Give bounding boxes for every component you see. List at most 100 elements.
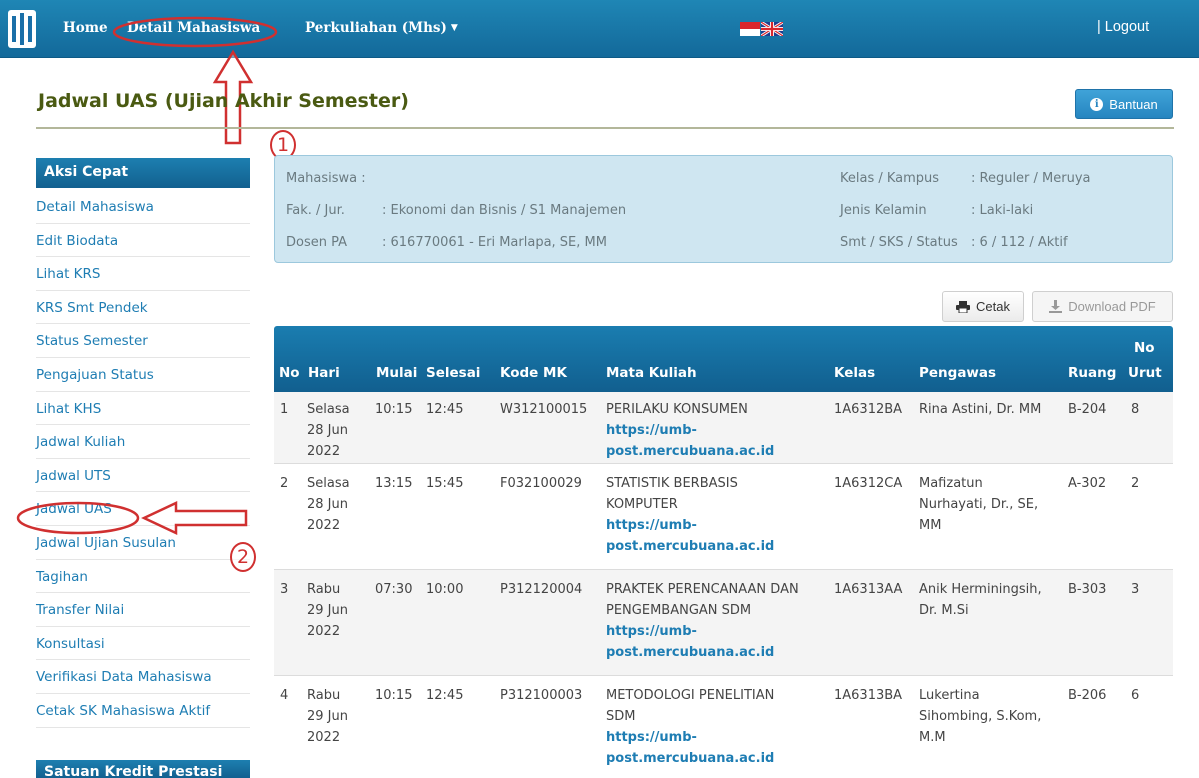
uk-flag-icon[interactable] [761,22,783,36]
nav-home[interactable]: Home [63,20,108,36]
elearning-link[interactable]: https://umb-post.mercubuana.ac.id [606,515,774,557]
cell-kelas: 1A6313AA [834,582,903,597]
nav-detail-mahasiswa[interactable]: Detail Mahasiswa [127,20,260,36]
cell-hari-day: Selasa [307,476,350,491]
download-pdf-button[interactable]: Download PDF [1032,291,1173,322]
page-title: Jadwal UAS (Ujian Akhir Semester) [38,90,409,112]
cell-hari-year: 2022 [307,730,341,745]
sidebar-heading: Aksi Cepat [36,158,250,188]
cell-mk-line2: KOMPUTER [606,497,678,512]
cell-no-urut: 8 [1131,402,1140,417]
cell-hari-day: Rabu [307,688,341,703]
cell-mata-kuliah: PERILAKU KONSUMEN https://umb-post.mercub… [606,399,774,462]
col-no-urut-1: No [1134,340,1155,356]
university-logo[interactable] [8,10,36,48]
sidebar-item-jadwal-kuliah[interactable]: Jadwal Kuliah [36,425,250,459]
title-divider [36,127,1174,129]
cell-hari: Rabu 29 Jun 2022 [307,579,348,642]
cell-mulai: 07:30 [375,582,413,597]
cell-kelas: 1A6313BA [834,688,903,703]
col-ruang: Ruang [1068,365,1117,381]
col-hari: Hari [308,365,340,381]
download-icon [1049,300,1063,313]
elearning-link-a: https://umb- [606,423,697,438]
sidebar-item-cetak-sk[interactable]: Cetak SK Mahasiswa Aktif [36,694,250,728]
cell-hari: Rabu 29 Jun 2022 [307,685,348,748]
cell-selesai: 10:00 [426,582,464,597]
sidebar-item-verifikasi-data[interactable]: Verifikasi Data Mahasiswa [36,660,250,694]
nav-perkuliahan-dropdown[interactable]: Perkuliahan (Mhs) ▼ [305,20,458,36]
cell-mk-line1: PRAKTEK PERENCANAAN DAN [606,582,799,597]
sidebar-item-transfer-nilai[interactable]: Transfer Nilai [36,593,250,627]
cell-hari-day: Selasa [307,402,350,417]
logout-link[interactable]: | Logout [1097,19,1149,35]
cell-selesai: 15:45 [426,476,464,491]
sidebar-item-tagihan[interactable]: Tagihan [36,560,250,594]
fakultas-label: Fak. / Jur. [286,203,345,218]
cell-no: 3 [280,582,289,597]
cell-pengawas: Lukertina Sihombing, S.Kom, M.M [919,685,1041,748]
cell-kode-mk: P312100003 [500,688,583,703]
sidebar-item-jadwal-uts[interactable]: Jadwal UTS [36,459,250,493]
cell-no: 1 [280,402,289,417]
sidebar-item-lihat-khs[interactable]: Lihat KHS [36,392,250,426]
cell-mulai: 13:15 [375,476,413,491]
smt-sks-status-value: : 6 / 112 / Aktif [971,235,1068,250]
cell-ruang: B-204 [1068,402,1107,417]
col-pengawas: Pengawas [919,365,997,381]
print-button[interactable]: Cetak [942,291,1024,322]
chevron-down-icon: ▼ [450,23,458,33]
cell-pengawas: Rina Astini, Dr. MM [919,402,1042,417]
sidebar-item-krs-smt-pendek[interactable]: KRS Smt Pendek [36,291,250,325]
col-kode-mk: Kode MK [500,365,567,381]
dosen-pa-label: Dosen PA [286,235,348,250]
cell-pengawas-line2: Nurhayati, Dr., SE, [919,497,1039,512]
elearning-link[interactable]: https://umb-post.mercubuana.ac.id [606,621,799,663]
sidebar-item-edit-biodata[interactable]: Edit Biodata [36,224,250,258]
sidebar-item-detail-mahasiswa[interactable]: Detail Mahasiswa [36,190,250,224]
cell-mk-line1: STATISTIK BERBASIS [606,476,738,491]
cell-pengawas-line2: Dr. M.Si [919,603,969,618]
cell-mulai: 10:15 [375,688,413,703]
jenis-kelamin-label: Jenis Kelamin [840,203,927,218]
elearning-link-b: post.mercubuana.ac.id [606,645,775,660]
print-label: Cetak [976,299,1010,314]
cell-ruang: A-302 [1068,476,1107,491]
cell-hari-date: 28 Jun [307,423,348,438]
kelas-kampus-value: : Reguler / Meruya [971,171,1091,186]
sidebar-item-jadwal-ujian-susulan[interactable]: Jadwal Ujian Susulan [36,526,250,560]
sidebar-item-pengajuan-status[interactable]: Pengajuan Status [36,358,250,392]
help-button[interactable]: i Bantuan [1075,89,1173,119]
dosen-pa-value: : 616770061 - Eri Marlapa, SE, MM [382,235,607,250]
cell-mk-line2: SDM [606,709,636,724]
mahasiswa-label: Mahasiswa : [286,171,366,186]
cell-pengawas-line1: Anik Herminingsih, [919,582,1042,597]
col-kelas: Kelas [834,365,876,381]
cell-hari-date: 29 Jun [307,603,348,618]
cell-ruang: B-303 [1068,582,1107,597]
cell-hari-day: Rabu [307,582,341,597]
cell-ruang: B-206 [1068,688,1107,703]
cell-kode-mk: P312120004 [500,582,583,597]
cell-pengawas: Mafizatun Nurhayati, Dr., SE, MM [919,473,1038,536]
info-icon: i [1090,97,1104,111]
sidebar-item-status-semester[interactable]: Status Semester [36,324,250,358]
download-pdf-label: Download PDF [1068,299,1156,314]
cell-pengawas-line3: MM [919,518,942,533]
cell-pengawas-line3: M.M [919,730,946,745]
cell-hari: Selasa 28 Jun 2022 [307,399,350,462]
table-row: 2 Selasa 28 Jun 2022 13:15 15:45 F03210002… [274,464,1173,570]
sidebar-item-lihat-krs[interactable]: Lihat KRS [36,257,250,291]
sidebar-item-jadwal-uas[interactable]: Jadwal UAS [36,492,250,526]
cell-mk-line1: PERILAKU KONSUMEN [606,402,748,417]
fakultas-value: : Ekonomi dan Bisnis / S1 Manajemen [382,203,627,218]
schedule-table-header: No Hari Mulai Selesai Kode MK Mata Kulia… [274,326,1173,392]
elearning-link[interactable]: https://umb-post.mercubuana.ac.id [606,420,774,462]
cell-no: 2 [280,476,289,491]
sidebar-item-konsultasi[interactable]: Konsultasi [36,627,250,661]
annotation-step-2: 2 [230,542,256,572]
elearning-link[interactable]: https://umb-post.mercubuana.ac.id [606,727,774,769]
cell-selesai: 12:45 [426,402,464,417]
indonesia-flag-icon[interactable] [740,22,760,36]
cell-mata-kuliah: METODOLOGI PENELITIAN SDM https://umb-post… [606,685,774,769]
